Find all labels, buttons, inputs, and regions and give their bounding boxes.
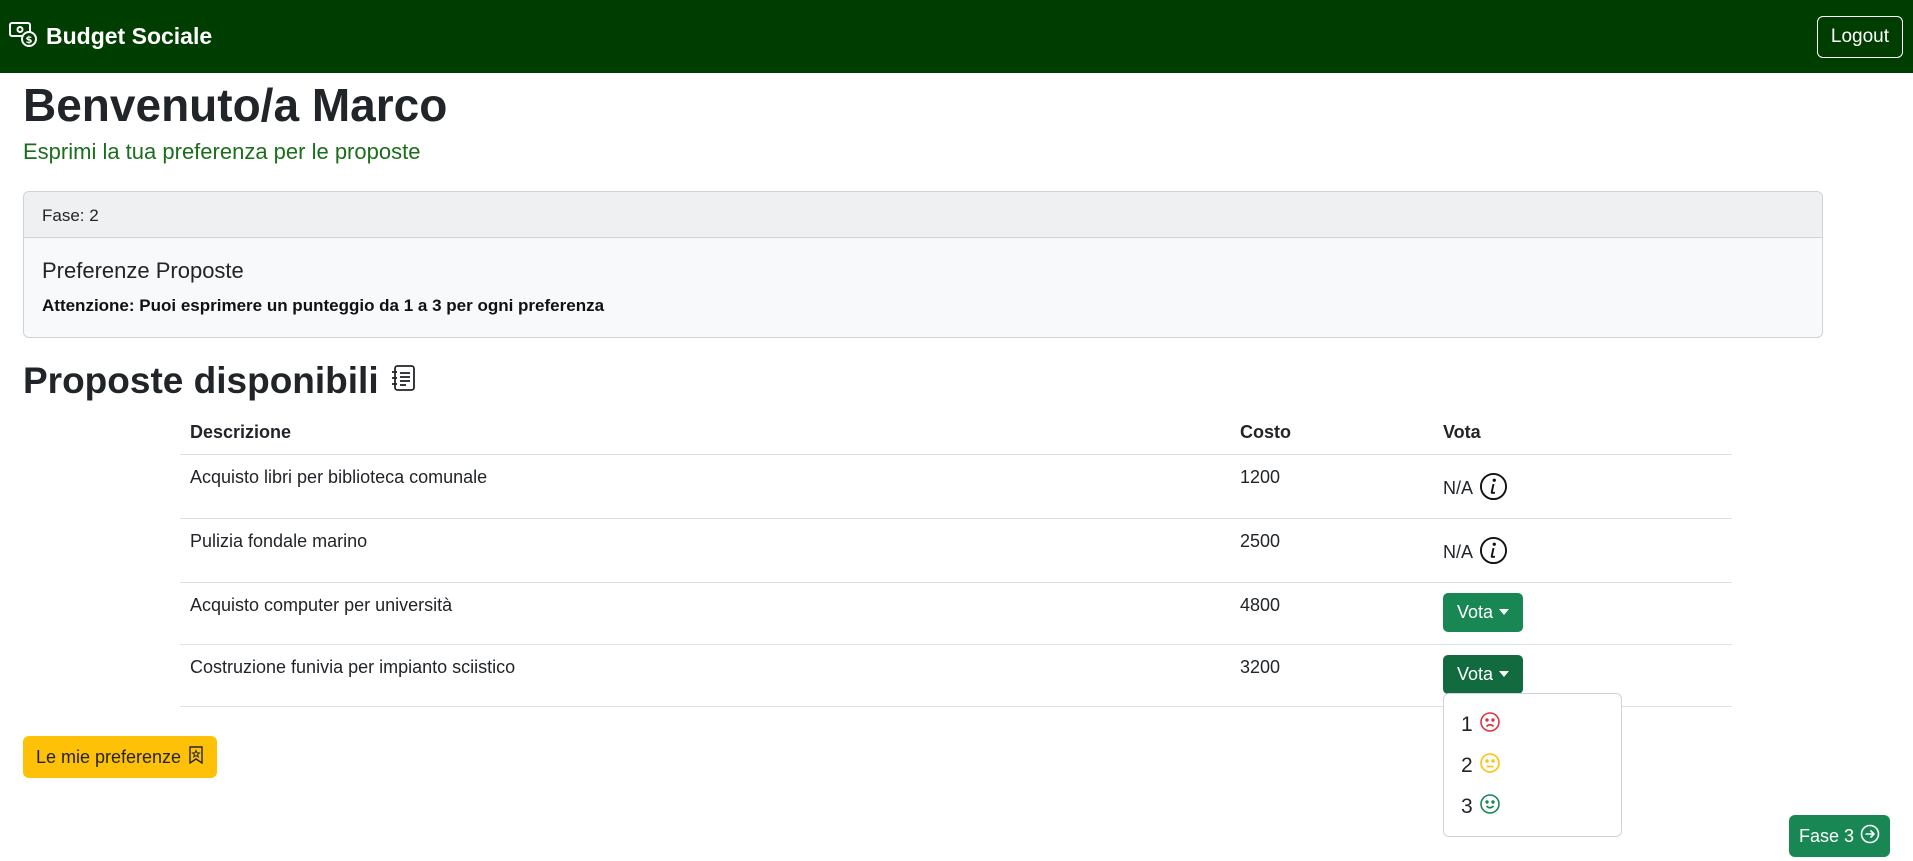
row-cost: 1200 bbox=[1230, 454, 1433, 519]
brand-label: Budget Sociale bbox=[46, 23, 213, 49]
row-vote: N/A bbox=[1433, 518, 1732, 583]
next-phase-label: Fase 3 bbox=[1798, 825, 1855, 846]
info-icon[interactable] bbox=[1479, 472, 1508, 506]
phase-card: Fase: 2 Preferenze Proposte Attenzione: … bbox=[23, 191, 1823, 338]
vote-button-label: Vota bbox=[1457, 601, 1494, 622]
phase-label: Fase: 2 bbox=[24, 192, 1822, 238]
table-row: Acquisto computer per università 4800 Vo… bbox=[180, 582, 1732, 645]
vote-option-label: 3 bbox=[1461, 794, 1473, 818]
row-cost: 4800 bbox=[1230, 582, 1433, 645]
vote-option-3[interactable]: 3 bbox=[1444, 786, 1621, 827]
caret-down-icon bbox=[1499, 609, 1510, 615]
header-description: Descrizione bbox=[180, 411, 1230, 455]
vote-button-label: Vota bbox=[1457, 663, 1494, 684]
section-title: Proposte disponibili bbox=[23, 359, 419, 402]
vote-option-1[interactable]: 1 bbox=[1444, 704, 1621, 745]
row-description: Pulizia fondale marino bbox=[180, 518, 1230, 583]
emoji-neutral-icon bbox=[1479, 752, 1501, 780]
section-title-label: Proposte disponibili bbox=[23, 359, 379, 401]
vote-button[interactable]: Vota bbox=[1443, 592, 1524, 632]
row-description: Acquisto libri per biblioteca comunale bbox=[180, 454, 1230, 519]
vote-button[interactable]: Vota bbox=[1443, 654, 1524, 694]
card-notice: Attenzione: Puoi esprimere un punteggio … bbox=[42, 296, 605, 315]
logout-button[interactable]: Logout bbox=[1816, 15, 1903, 58]
vote-option-label: 2 bbox=[1461, 753, 1473, 777]
my-preferences-button[interactable]: Le mie preferenze bbox=[23, 736, 217, 778]
info-icon[interactable] bbox=[1479, 536, 1508, 570]
next-phase-button[interactable]: Fase 3 bbox=[1789, 815, 1890, 857]
emoji-smile-icon bbox=[1479, 793, 1501, 821]
page-title: Benvenuto/a Marco bbox=[23, 79, 448, 131]
page-subtitle: Esprimi la tua preferenza per le propost… bbox=[23, 139, 421, 164]
vote-status: N/A bbox=[1443, 478, 1474, 498]
vote-status: N/A bbox=[1443, 542, 1474, 562]
table-row: Pulizia fondale marino 2500 N/A bbox=[180, 518, 1732, 583]
row-vote: N/A bbox=[1433, 454, 1732, 519]
row-cost: 2500 bbox=[1230, 518, 1433, 583]
bookmark-icon bbox=[188, 745, 204, 769]
row-vote: Vota bbox=[1433, 582, 1732, 645]
svg-text:$: $ bbox=[26, 35, 33, 46]
emoji-frown-icon bbox=[1479, 711, 1501, 739]
caret-down-icon bbox=[1499, 671, 1510, 677]
vote-option-label: 1 bbox=[1461, 712, 1473, 736]
table-header-row: Descrizione Costo Vota bbox=[180, 411, 1732, 455]
vote-dropdown-menu: 1 2 3 bbox=[1443, 693, 1622, 837]
arrow-right-circle-icon bbox=[1860, 824, 1880, 849]
row-cost: 3200 bbox=[1230, 644, 1433, 707]
proposals-table: Descrizione Costo Vota Acquisto libri pe… bbox=[180, 411, 1732, 707]
row-description: Acquisto computer per università bbox=[180, 582, 1230, 645]
vote-option-2[interactable]: 2 bbox=[1444, 745, 1621, 786]
row-description: Costruzione funivia per impianto sciisti… bbox=[180, 644, 1230, 707]
header-cost: Costo bbox=[1230, 411, 1433, 455]
my-preferences-label: Le mie preferenze bbox=[35, 746, 182, 767]
table-row: Acquisto libri per biblioteca comunale 1… bbox=[180, 454, 1732, 519]
journal-text-icon bbox=[389, 359, 419, 402]
header-vote: Vota bbox=[1433, 411, 1732, 455]
navbar: $ Budget Sociale Logout bbox=[0, 0, 1913, 73]
cash-coin-icon: $ bbox=[8, 19, 38, 55]
card-title: Preferenze Proposte bbox=[42, 258, 244, 283]
brand[interactable]: $ Budget Sociale bbox=[8, 19, 212, 55]
